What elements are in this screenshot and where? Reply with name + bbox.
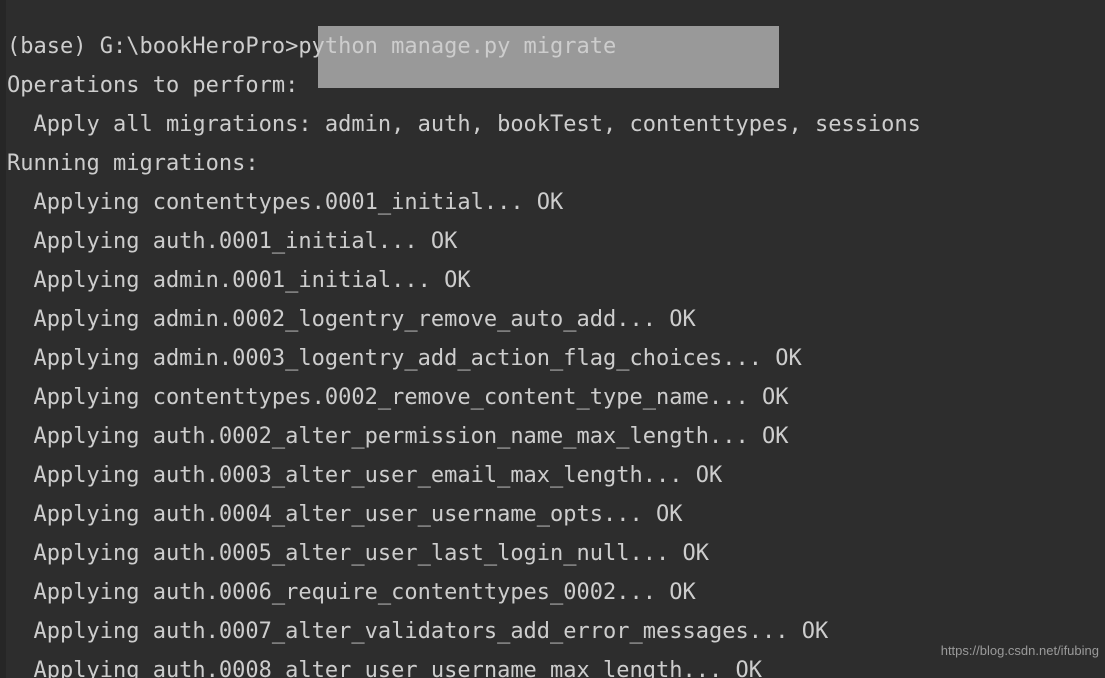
output-line: Applying auth.0003_alter_user_email_max_… xyxy=(7,463,723,488)
output-line: Applying contenttypes.0002_remove_conten… xyxy=(7,385,789,410)
terminal-window[interactable]: (base) G:\bookHeroPro>python manage.py m… xyxy=(0,0,1105,678)
output-line: Apply all migrations: admin, auth, bookT… xyxy=(7,112,921,137)
output-line: Applying contenttypes.0001_initial... OK xyxy=(7,190,564,215)
output-line: Running migrations: xyxy=(7,151,259,176)
console-output[interactable]: (base) G:\bookHeroPro>python manage.py m… xyxy=(0,27,1105,678)
output-line: Applying admin.0001_initial... OK xyxy=(7,268,471,293)
command-line: (base) G:\bookHeroPro>python manage.py m… xyxy=(7,34,617,59)
output-line: Applying auth.0001_initial... OK xyxy=(7,229,458,254)
output-line: Applying auth.0004_alter_user_username_o… xyxy=(7,502,683,527)
output-line: Operations to perform: xyxy=(7,73,299,98)
output-line: Applying auth.0002_alter_permission_name… xyxy=(7,424,789,449)
output-line: Applying auth.0007_alter_validators_add_… xyxy=(7,619,829,644)
output-line: Applying admin.0003_logentry_add_action_… xyxy=(7,346,802,371)
output-line: Applying auth.0005_alter_user_last_login… xyxy=(7,541,709,566)
output-line: Applying admin.0002_logentry_remove_auto… xyxy=(7,307,696,332)
output-line: Applying auth.0008_alter_user_username_m… xyxy=(7,658,762,678)
output-line: Applying auth.0006_require_contenttypes_… xyxy=(7,580,696,605)
